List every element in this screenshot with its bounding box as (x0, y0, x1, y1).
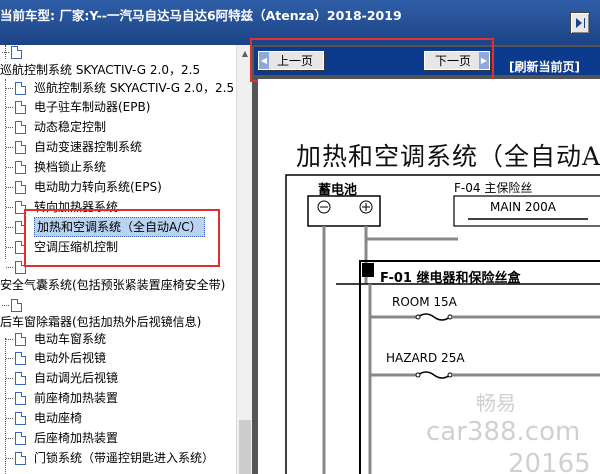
tree-item-at-control[interactable]: 自动变速器控制系统 (6, 138, 142, 156)
tree-group-cruise-control[interactable]: 巡航控制系统 SKYACTIV-G 2.0，2.5 (0, 61, 200, 79)
tree-item-label: 巡航控制系统 SKYACTIV-G 2.0，2.5 (34, 81, 235, 95)
document-icon (15, 160, 26, 174)
main-fuse-label: F-04 主保险丝 (454, 181, 533, 195)
collapse-panel-icon[interactable] (570, 12, 590, 34)
tree-item-power-window[interactable]: 电动车窗系统 (6, 330, 106, 348)
tree-item-shift-lock[interactable]: 换档锁止系统 (6, 158, 106, 176)
tree-item-stub[interactable] (2, 45, 30, 61)
tree-item-power-mirror[interactable]: 电动外后视镜 (6, 349, 106, 367)
battery-label: 蓄电池 (318, 183, 358, 198)
document-icon (15, 120, 26, 134)
document-icon (15, 81, 26, 95)
tree-item-dsc[interactable]: 动态稳定控制 (6, 118, 106, 136)
tree-item-power-seat[interactable]: 电动座椅 (6, 409, 82, 427)
highlight-box (24, 209, 220, 267)
tree-group-rear-defroster[interactable]: 后车窗除霜器(包括加热外后视镜信息) (0, 313, 201, 331)
document-icon (15, 100, 26, 114)
document-icon (15, 180, 26, 194)
tree-item-label: 自动变速器控制系统 (34, 140, 143, 154)
current-vehicle-title: 当前车型: 厂家:Y--一汽马自达马自达6阿特兹（Atenza）2018-201… (0, 8, 402, 23)
tree-group-airbag[interactable]: 安全气囊系统(包括预张紧装置座椅安全带) (0, 276, 225, 294)
document-icon (15, 451, 26, 465)
tree-scrollbar[interactable]: ▲ (236, 45, 253, 474)
tree-item-epb[interactable]: 电子驻车制动器(EPB) (6, 98, 150, 116)
tree-item-door-lock[interactable]: 门锁系统（带遥控钥匙进入系统） (6, 449, 214, 467)
hazard-fuse-label: HAZARD 25A (386, 351, 465, 365)
watermark-brand: 畅易 (476, 391, 516, 415)
document-icon (11, 45, 22, 59)
tree-item-stub[interactable] (2, 296, 30, 314)
refresh-page-link[interactable]: [刷新当前页] (509, 58, 580, 75)
tree-item-label: 后座椅加热装置 (34, 431, 119, 445)
document-icon (15, 140, 26, 154)
document-icon (15, 351, 26, 365)
scroll-thumb[interactable] (239, 420, 251, 474)
watermark-site: car388.com (426, 417, 581, 447)
document-icon (15, 371, 26, 385)
tree-item-label: 电动助力转向系统(EPS) (34, 180, 162, 194)
tree-item-label: 动态稳定控制 (34, 120, 107, 134)
tree-item-auto-dimming-mirror[interactable]: 自动调光后视镜 (6, 369, 118, 387)
tree-item-label: 前座椅加热装置 (34, 391, 119, 405)
highlight-box (250, 38, 494, 82)
room-fuse-label: ROOM 15A (392, 295, 457, 309)
tree-item-cruise-control[interactable]: 巡航控制系统 SKYACTIV-G 2.0，2.5 (6, 79, 234, 97)
watermark-code: 20165 (508, 449, 591, 474)
main-fuse-rating: MAIN 200A (490, 200, 557, 214)
document-icon (15, 391, 26, 405)
hazard-fuse-symbol (417, 371, 451, 379)
tree-item-label: 电动座椅 (34, 411, 83, 425)
room-fuse-symbol (417, 313, 451, 321)
relay-box-label: F-01 继电器和保险丝盒 (380, 271, 521, 286)
tree-item-label: 电动车窗系统 (34, 332, 107, 346)
document-icon (15, 411, 26, 425)
tree-item-rear-seat-heater[interactable]: 后座椅加热装置 (6, 429, 118, 447)
tree-item-front-seat-heater[interactable]: 前座椅加热装置 (6, 389, 118, 407)
tree-item-label: 电动外后视镜 (34, 351, 107, 365)
tree-item-label: 电子驻车制动器(EPB) (34, 100, 151, 114)
document-icon (15, 431, 26, 445)
document-icon (11, 298, 22, 312)
tree-item-label: 自动调光后视镜 (34, 371, 119, 385)
tree-item-label: 换档锁止系统 (34, 160, 107, 174)
tree-item-eps[interactable]: 电动助力转向系统(EPS) (6, 178, 162, 196)
wiring-diagram-page: 加热和空调系统（全自动A/C） 蓄电池 F-0 (258, 79, 600, 474)
document-icon (15, 332, 26, 346)
tree-item-label: 门锁系统（带遥控钥匙进入系统） (34, 451, 215, 465)
